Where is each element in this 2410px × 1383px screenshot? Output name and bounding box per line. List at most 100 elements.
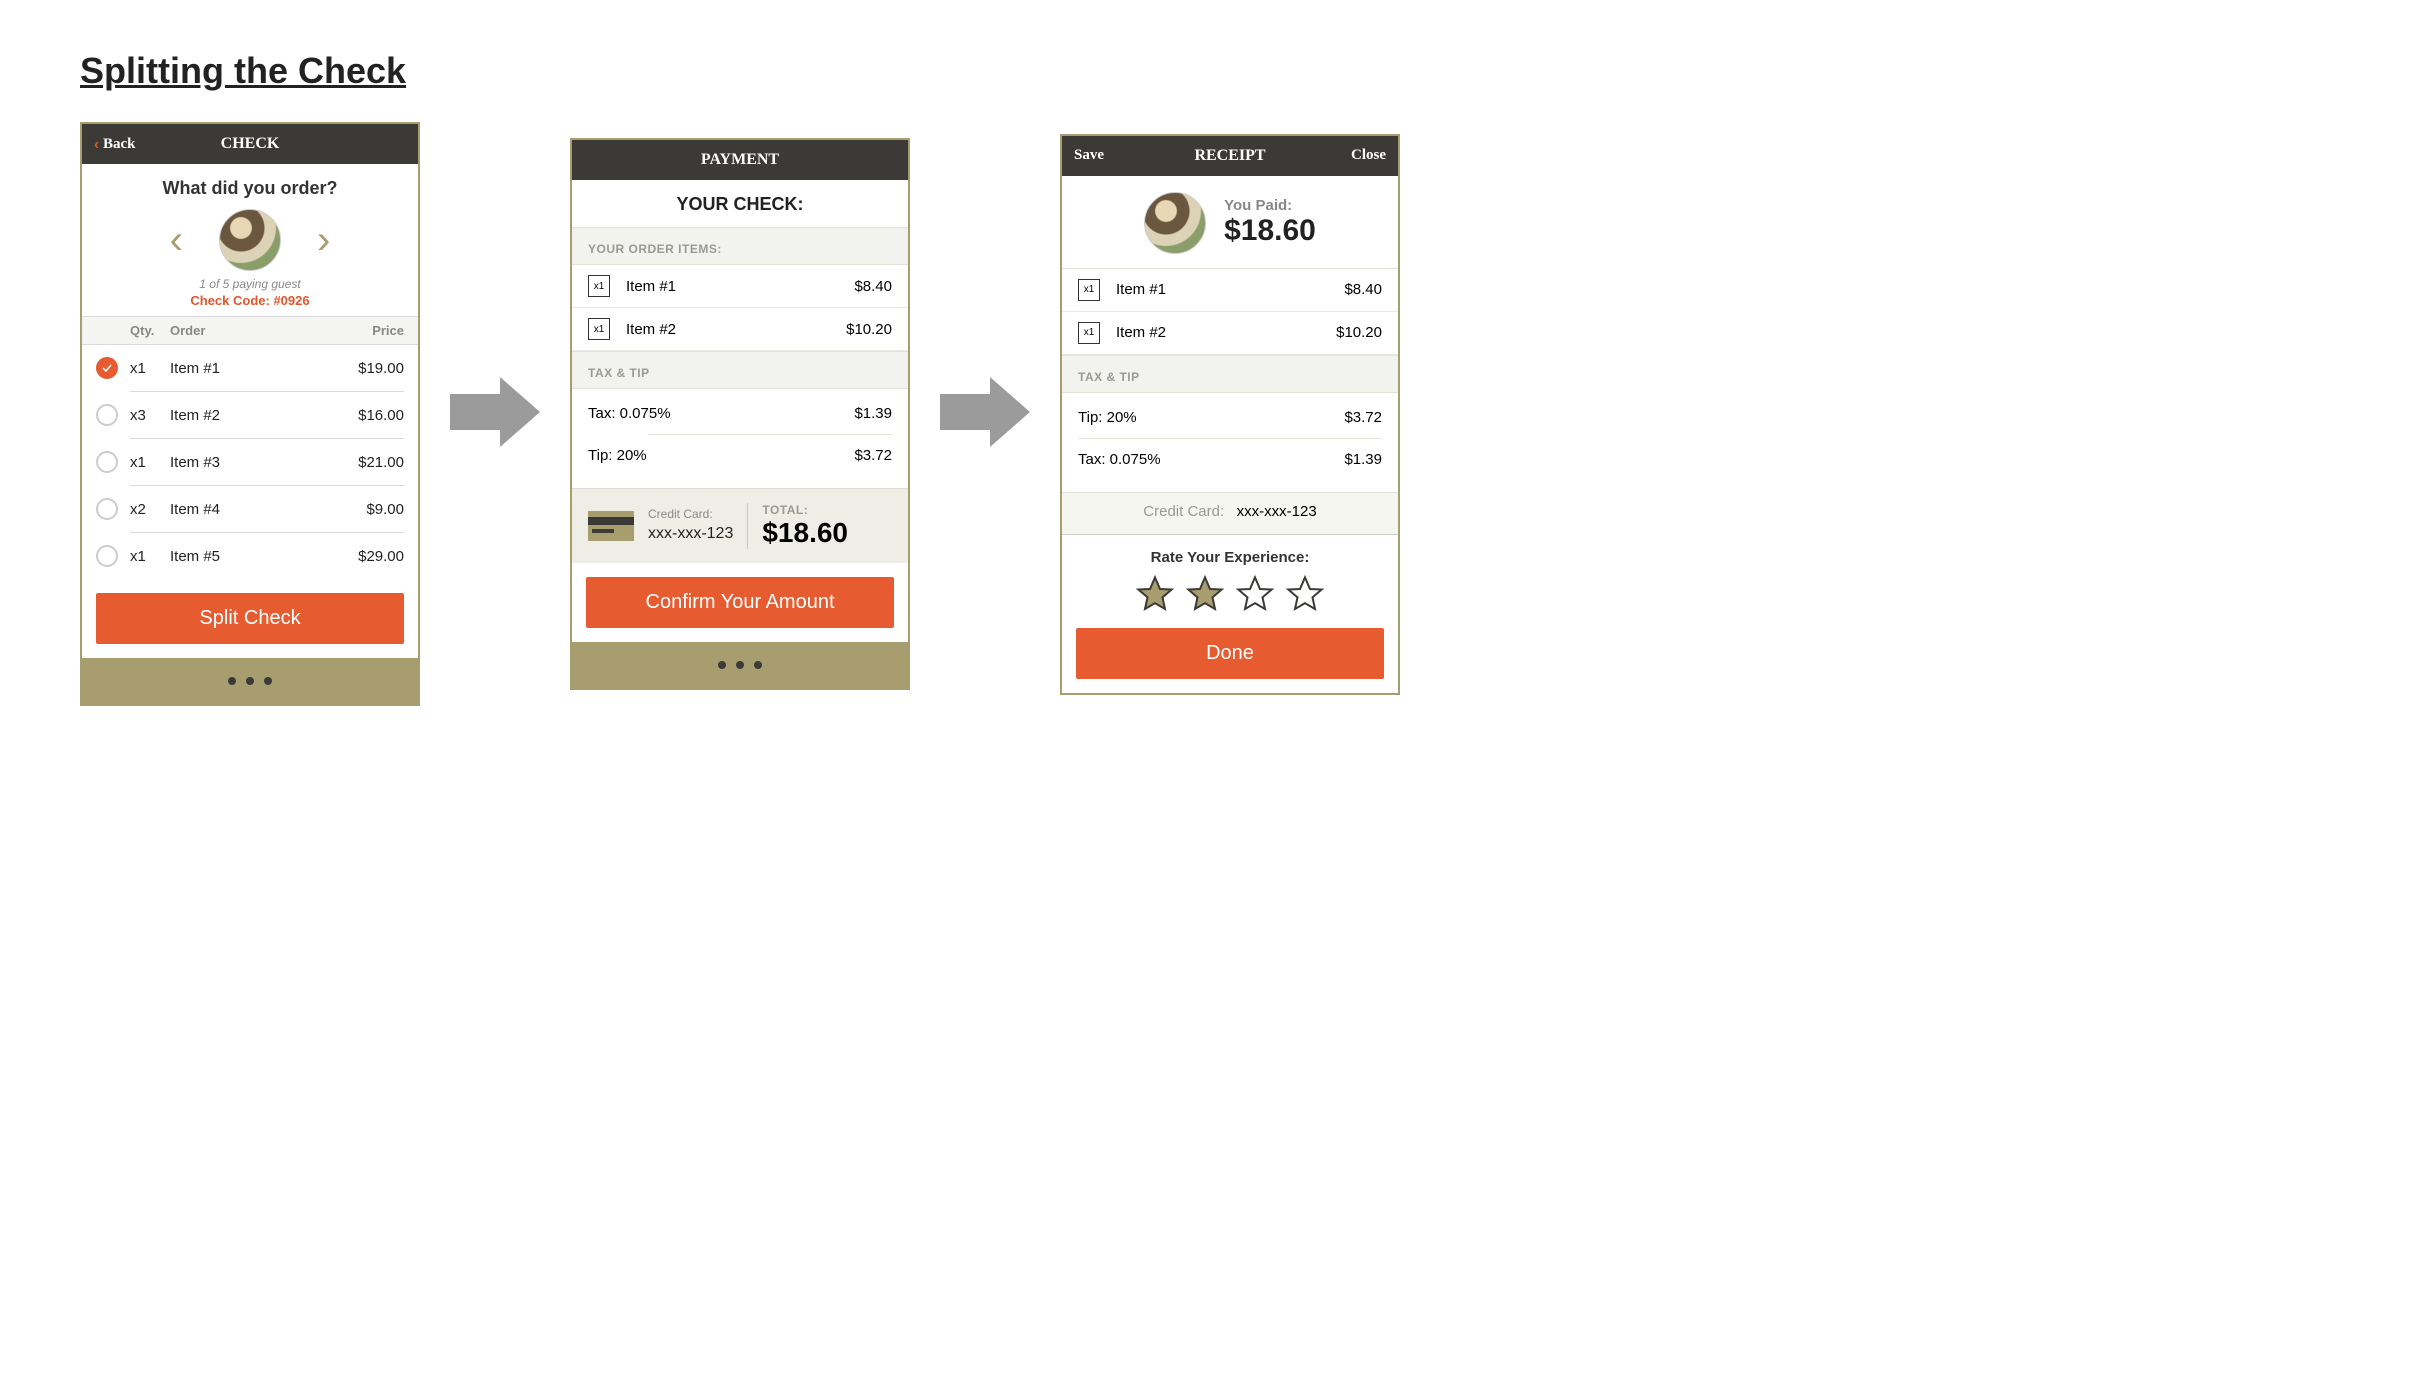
- tip-label: Tip: 20%: [1078, 409, 1137, 426]
- section-items: YOUR ORDER ITEMS:: [572, 227, 908, 265]
- tip-amount: $3.72: [854, 447, 892, 464]
- screens-row: ‹ Back CHECK What did you order? ‹ › 1 o…: [80, 122, 2330, 706]
- rate-block: Rate Your Experience:: [1062, 534, 1398, 614]
- screen-payment: PAYMENT YOUR CHECK: YOUR ORDER ITEMS: x1…: [570, 138, 910, 690]
- payment-items: x1 Item #1$8.40 x1 Item #2$10.20: [572, 265, 908, 351]
- arrow-icon: [940, 372, 1030, 457]
- paid-header: You Paid: $18.60: [1062, 176, 1398, 268]
- radio-unchecked-icon[interactable]: [96, 451, 118, 473]
- item-price: $8.40: [854, 278, 892, 295]
- tax-amount: $1.39: [1344, 451, 1382, 468]
- section-taxtip: TAX & TIP: [1062, 355, 1398, 393]
- item-name: Item #2: [1116, 324, 1336, 341]
- order-item-row[interactable]: x3Item #2$16.00: [96, 392, 404, 438]
- item-qty: x2: [130, 501, 170, 518]
- item-name: Item #1: [626, 278, 854, 295]
- receipt-items: x1 Item #1$8.40 x1Item #2$10.20: [1062, 268, 1398, 355]
- star-filled-icon[interactable]: [1185, 574, 1225, 614]
- item-price: $8.40: [1344, 281, 1382, 298]
- header-title: PAYMENT: [701, 151, 779, 169]
- tax-row: Tax: 0.075% $1.39: [588, 393, 892, 434]
- header-bar: ‹ Back CHECK: [82, 124, 418, 164]
- item-name: Item #4: [170, 501, 324, 518]
- screen-check: ‹ Back CHECK What did you order? ‹ › 1 o…: [80, 122, 420, 706]
- radio-unchecked-icon[interactable]: [96, 404, 118, 426]
- qty-box: x1: [588, 318, 610, 340]
- taxtip-rows: Tax: 0.075% $1.39 Tip: 20% $3.72: [572, 389, 908, 488]
- guest-caption: 1 of 5 paying guest: [82, 277, 418, 291]
- prompt: What did you order?: [82, 164, 418, 209]
- guest-carousel: ‹ ›: [82, 209, 418, 271]
- star-rating[interactable]: [1062, 574, 1398, 614]
- header-bar: Save RECEIPT Close: [1062, 136, 1398, 176]
- tip-row: Tip: 20% $3.72: [588, 435, 892, 476]
- prev-guest-button[interactable]: ‹: [170, 220, 183, 260]
- header-title: CHECK: [221, 135, 280, 153]
- guest-avatar[interactable]: [219, 209, 281, 271]
- order-item-row[interactable]: x1Item #1$19.00: [96, 345, 404, 391]
- item-price: $16.00: [324, 407, 404, 424]
- col-order: Order: [170, 323, 324, 338]
- tip-label: Tip: 20%: [588, 447, 647, 464]
- star-empty-icon[interactable]: [1285, 574, 1325, 614]
- item-price: $21.00: [324, 454, 404, 471]
- line-item: x1 Item #2$10.20: [572, 308, 908, 351]
- radio-checked-icon[interactable]: [96, 357, 118, 379]
- item-price: $9.00: [324, 501, 404, 518]
- order-item-row[interactable]: x1Item #3$21.00: [96, 439, 404, 485]
- item-name: Item #1: [1116, 281, 1344, 298]
- order-item-row[interactable]: x1Item #5$29.00: [96, 533, 404, 579]
- your-check-title: YOUR CHECK:: [572, 180, 908, 227]
- line-item: x1 Item #1$8.40: [1062, 269, 1398, 312]
- item-name: Item #3: [170, 454, 324, 471]
- col-qty: Qty.: [130, 323, 170, 338]
- total-block: TOTAL: $18.60: [762, 503, 848, 549]
- close-button[interactable]: Close: [1339, 136, 1398, 176]
- cc-label: Credit Card:: [1143, 503, 1224, 520]
- save-button[interactable]: Save: [1062, 136, 1116, 176]
- star-filled-icon[interactable]: [1135, 574, 1175, 614]
- next-guest-button[interactable]: ›: [317, 220, 330, 260]
- guest-avatar: [1144, 192, 1206, 254]
- radio-unchecked-icon[interactable]: [96, 498, 118, 520]
- screen-receipt: Save RECEIPT Close You Paid: $18.60 x1It…: [1060, 134, 1400, 695]
- cc-info: Credit Card: xxx-xxx-123: [648, 506, 733, 545]
- line-item: x1Item #2$10.20: [1062, 312, 1398, 355]
- tip-amount: $3.72: [1344, 409, 1382, 426]
- star-empty-icon[interactable]: [1235, 574, 1275, 614]
- check-code: Check Code: #0926: [82, 293, 418, 308]
- split-check-button[interactable]: Split Check: [96, 593, 404, 644]
- item-qty: x3: [130, 407, 170, 424]
- payment-summary: Credit Card: xxx-xxx-123 TOTAL: $18.60: [572, 488, 908, 563]
- paid-amount: $18.60: [1224, 214, 1316, 248]
- back-button[interactable]: ‹ Back: [82, 124, 148, 164]
- table-header: Qty. Order Price: [82, 316, 418, 345]
- paid-label: You Paid:: [1224, 197, 1316, 214]
- item-qty: x1: [130, 360, 170, 377]
- section-taxtip: TAX & TIP: [572, 351, 908, 389]
- qty-box: x1: [1078, 279, 1100, 301]
- taxtip-rows: Tip: 20% $3.72 Tax: 0.075% $1.39: [1062, 393, 1398, 492]
- total-label: TOTAL:: [762, 503, 848, 517]
- item-price: $10.20: [1336, 324, 1382, 341]
- total-amount: $18.60: [762, 517, 848, 549]
- item-name: Item #2: [626, 321, 846, 338]
- tax-amount: $1.39: [854, 405, 892, 422]
- line-item: x1 Item #1$8.40: [572, 265, 908, 308]
- order-item-row[interactable]: x2Item #4$9.00: [96, 486, 404, 532]
- col-price: Price: [324, 323, 404, 338]
- qty-box: x1: [588, 275, 610, 297]
- cc-label: Credit Card:: [648, 506, 733, 523]
- page-dots[interactable]: [82, 658, 418, 704]
- page-dots[interactable]: [572, 642, 908, 688]
- item-qty: x1: [130, 548, 170, 565]
- tip-row: Tip: 20% $3.72: [1078, 397, 1382, 438]
- done-button[interactable]: Done: [1076, 628, 1384, 679]
- confirm-amount-button[interactable]: Confirm Your Amount: [586, 577, 894, 628]
- item-name: Item #5: [170, 548, 324, 565]
- item-price: $29.00: [324, 548, 404, 565]
- cc-line: Credit Card: xxx-xxx-123: [1062, 492, 1398, 534]
- item-price: $10.20: [846, 321, 892, 338]
- radio-unchecked-icon[interactable]: [96, 545, 118, 567]
- rate-label: Rate Your Experience:: [1062, 549, 1398, 566]
